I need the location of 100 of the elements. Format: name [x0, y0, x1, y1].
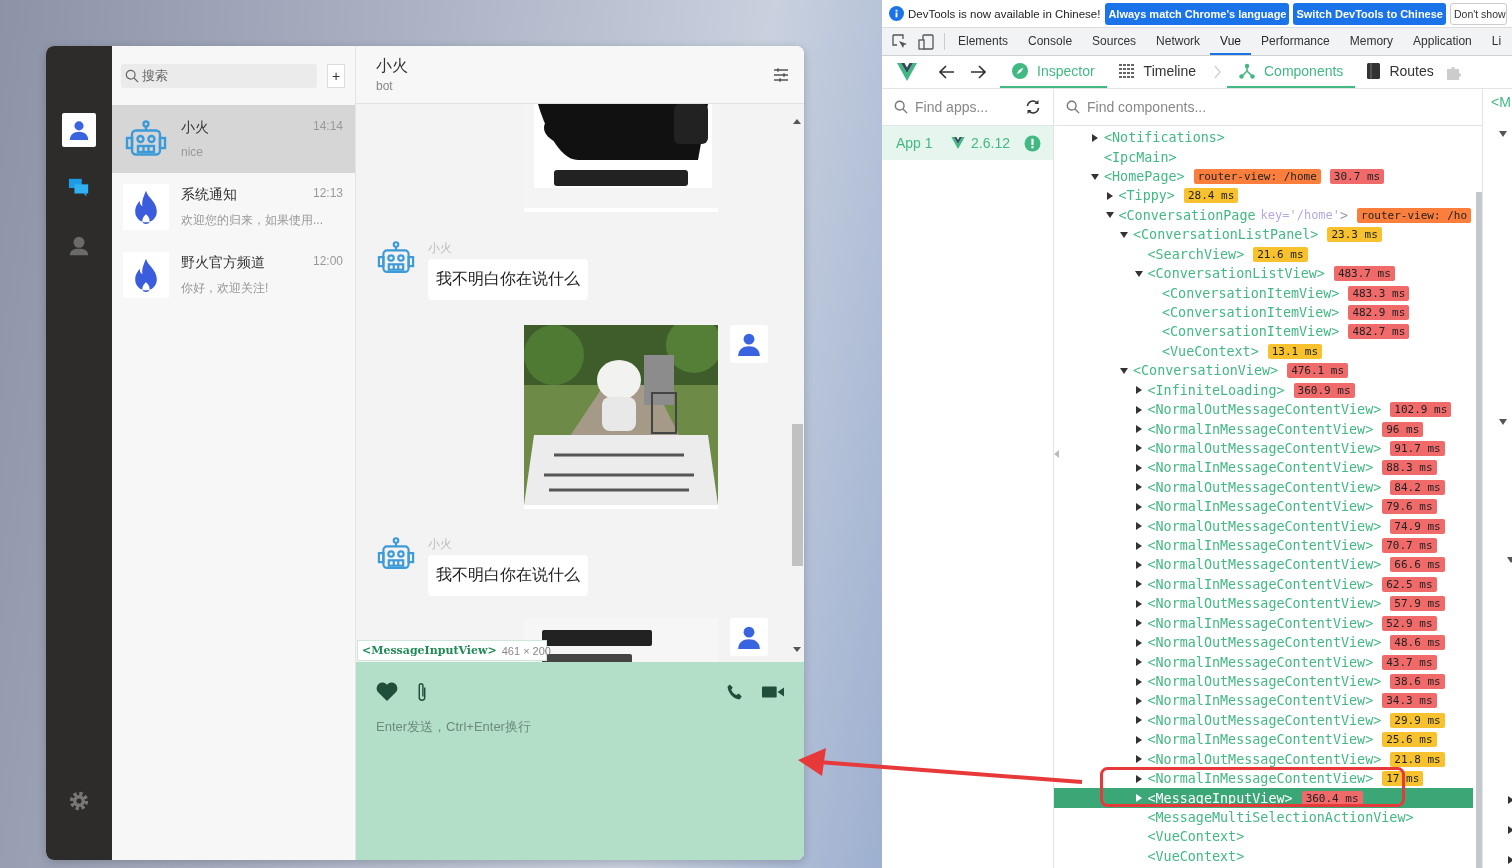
component-tree-row[interactable]: <NormalOutMessageContentView> 102.9 ms: [1054, 399, 1473, 420]
refresh-icon[interactable]: [1025, 99, 1041, 115]
scrollbar-thumb[interactable]: [791, 424, 803, 566]
back-arrow-icon[interactable]: [939, 65, 955, 79]
dismiss-button[interactable]: Don't show: [1449, 2, 1507, 25]
component-tree-row[interactable]: <ConversationView> 476.1 ms: [1054, 361, 1473, 381]
scroll-up-icon[interactable]: [793, 119, 801, 124]
expanded-triangle-icon[interactable]: [1105, 211, 1114, 220]
component-tree-row[interactable]: <NormalInMessageContentView> 43.7 ms: [1054, 652, 1473, 672]
devtools-tab[interactable]: Sources: [1082, 28, 1147, 55]
message-input-panel[interactable]: Enter发送，Ctrl+Enter换行: [356, 662, 804, 860]
component-tree-row[interactable]: <NormalOutMessageContentView> 84.2 ms: [1054, 477, 1473, 497]
collapsed-triangle-icon[interactable]: [1134, 405, 1143, 414]
heart-icon[interactable]: [376, 682, 398, 702]
conversation-item[interactable]: 野火官方频道 12:00 你好，欢迎关注!: [112, 241, 355, 309]
expanded-triangle-icon[interactable]: [1499, 418, 1507, 426]
collapsed-triangle-icon[interactable]: [1134, 502, 1143, 511]
component-tree-row[interactable]: <NormalOutMessageContentView> 48.6 ms: [1054, 632, 1473, 653]
expanded-triangle-icon[interactable]: [1120, 230, 1128, 239]
component-tree-row[interactable]: <Tippy> 28.4 ms: [1054, 186, 1473, 206]
apps-search-field[interactable]: Find apps...: [882, 89, 1053, 126]
inspect-element-icon[interactable]: [892, 33, 908, 50]
component-tree-row[interactable]: <NormalInMessageContentView> 70.7 ms: [1054, 535, 1473, 556]
infobar-button[interactable]: Always match Chrome's language: [1105, 2, 1290, 25]
collapsed-triangle-icon[interactable]: [1134, 483, 1143, 492]
collapsed-triangle-icon[interactable]: [1134, 522, 1143, 531]
component-tree-row[interactable]: <InfiniteLoading> 360.9 ms: [1054, 380, 1473, 400]
collapsed-triangle-icon[interactable]: [1134, 696, 1143, 705]
component-tree-row[interactable]: <ConversationPage key='/home'> router-view: /ho: [1054, 205, 1473, 226]
forward-arrow-icon[interactable]: [970, 65, 986, 79]
collapsed-triangle-icon[interactable]: [1134, 638, 1143, 647]
collapsed-triangle-icon[interactable]: [1134, 619, 1143, 628]
component-tree-row[interactable]: <SearchView> 21.6 ms: [1054, 244, 1473, 264]
devtools-tab[interactable]: Network: [1146, 28, 1211, 55]
collapsed-triangle-icon[interactable]: [1134, 716, 1143, 725]
component-tree-row[interactable]: <ConversationItemView> 483.3 ms: [1054, 283, 1473, 303]
phone-icon[interactable]: [726, 683, 744, 701]
menu-icon[interactable]: [774, 67, 788, 82]
devtools-tab[interactable]: Vue: [1210, 28, 1251, 55]
collapsed-triangle-icon[interactable]: [1134, 658, 1143, 667]
component-tree-row[interactable]: <NormalOutMessageContentView> 57.9 ms: [1054, 594, 1473, 614]
collapsed-triangle-icon[interactable]: [1091, 133, 1099, 142]
component-tree-row[interactable]: <NormalOutMessageContentView> 29.9 ms: [1054, 710, 1473, 731]
component-tree-row[interactable]: <VueContext> 13.1 ms: [1054, 341, 1473, 362]
component-tree-row[interactable]: <NormalInMessageContentView> 17 ms: [1054, 768, 1473, 789]
component-tree-row[interactable]: <NormalInMessageContentView> 25.6 ms: [1054, 730, 1473, 750]
collapsed-triangle-icon[interactable]: [1105, 191, 1114, 200]
component-tree-row[interactable]: <NormalOutMessageContentView> 66.6 ms: [1054, 555, 1473, 575]
component-tree-row[interactable]: <NormalInMessageContentView> 88.3 ms: [1054, 458, 1473, 478]
inspector-tab[interactable]: Timeline: [1106, 56, 1208, 88]
component-tree-row[interactable]: <ConversationListView> 483.7 ms: [1054, 263, 1473, 284]
settings-icon[interactable]: [68, 790, 90, 812]
search-field[interactable]: 搜索: [121, 63, 317, 88]
search-input[interactable]: 搜索: [142, 68, 302, 83]
component-tree-row[interactable]: <NormalInMessageContentView> 62.5 ms: [1054, 574, 1473, 595]
component-tree-row[interactable]: <NormalOutMessageContentView> 74.9 ms: [1054, 516, 1473, 536]
expanded-triangle-icon[interactable]: [1499, 130, 1507, 138]
collapsed-triangle-icon[interactable]: [1134, 561, 1143, 569]
infobar-button[interactable]: Switch DevTools to Chinese: [1293, 2, 1446, 25]
scrollbar-thumb[interactable]: [1476, 192, 1482, 868]
inspector-tab[interactable]: Routes: [1355, 56, 1446, 88]
component-tree-row[interactable]: <ConversationListPanel> 23.3 ms: [1054, 225, 1473, 245]
collapsed-triangle-icon[interactable]: [1134, 580, 1143, 589]
search-input[interactable]: Find apps...: [915, 99, 1018, 115]
paperclip-icon[interactable]: [416, 682, 428, 702]
component-tree-row[interactable]: <NormalOutMessageContentView> 91.7 ms: [1054, 438, 1473, 459]
message-input[interactable]: Enter发送，Ctrl+Enter换行: [376, 718, 784, 838]
video-camera-icon[interactable]: [762, 685, 784, 699]
devtools-tab[interactable]: Application: [1403, 28, 1482, 55]
component-tree-row[interactable]: <NormalOutMessageContentView> 21.8 ms: [1054, 749, 1473, 769]
component-tree-row[interactable]: <NormalInMessageContentView> 96 ms: [1054, 419, 1473, 439]
sidebar-item[interactable]: [62, 113, 96, 147]
collapsed-triangle-icon[interactable]: [1134, 755, 1143, 764]
devtools-tab[interactable]: Performance: [1251, 28, 1340, 55]
components-search-field[interactable]: Find components...: [1054, 89, 1482, 126]
collapsed-triangle-icon[interactable]: [1134, 677, 1143, 686]
expanded-triangle-icon[interactable]: [1091, 172, 1099, 181]
conversation-item[interactable]: 小火 14:14 nice: [112, 105, 355, 173]
conversation-item[interactable]: 系统通知 12:13 欢迎您的归来，如果使用...: [112, 173, 355, 241]
component-tree-row[interactable]: <ConversationItemView> 482.9 ms: [1054, 302, 1473, 323]
devtools-tab[interactable]: Console: [1018, 28, 1083, 55]
component-tree-row[interactable]: <HomePage> router-view: /home 30.7 ms: [1054, 166, 1473, 187]
collapsed-triangle-icon[interactable]: [1134, 444, 1143, 453]
component-tree-row[interactable]: <NormalInMessageContentView> 79.6 ms: [1054, 497, 1473, 517]
component-tree-row[interactable]: <NormalInMessageContentView> 34.3 ms: [1054, 691, 1473, 711]
scroll-down-icon[interactable]: [793, 647, 801, 652]
component-tree-row[interactable]: <ConversationItemView> 482.7 ms: [1054, 322, 1473, 342]
devtools-tab[interactable]: Memory: [1339, 28, 1404, 55]
collapsed-triangle-icon[interactable]: [1134, 463, 1143, 472]
collapsed-triangle-icon[interactable]: [1134, 425, 1143, 434]
collapsed-triangle-icon[interactable]: [1134, 599, 1143, 608]
splitter-handle-icon[interactable]: [1054, 450, 1059, 458]
collapsed-triangle-icon[interactable]: [1134, 735, 1143, 744]
collapsed-triangle-icon[interactable]: [1134, 541, 1143, 550]
component-tree-row[interactable]: <NormalOutMessageContentView> 38.6 ms: [1054, 671, 1473, 692]
expanded-triangle-icon[interactable]: [1134, 269, 1143, 278]
devtools-tab[interactable]: Li: [1481, 28, 1512, 55]
add-button[interactable]: +: [327, 63, 345, 88]
devtools-tab[interactable]: Elements: [948, 28, 1019, 55]
expanded-triangle-icon[interactable]: [1120, 366, 1128, 375]
